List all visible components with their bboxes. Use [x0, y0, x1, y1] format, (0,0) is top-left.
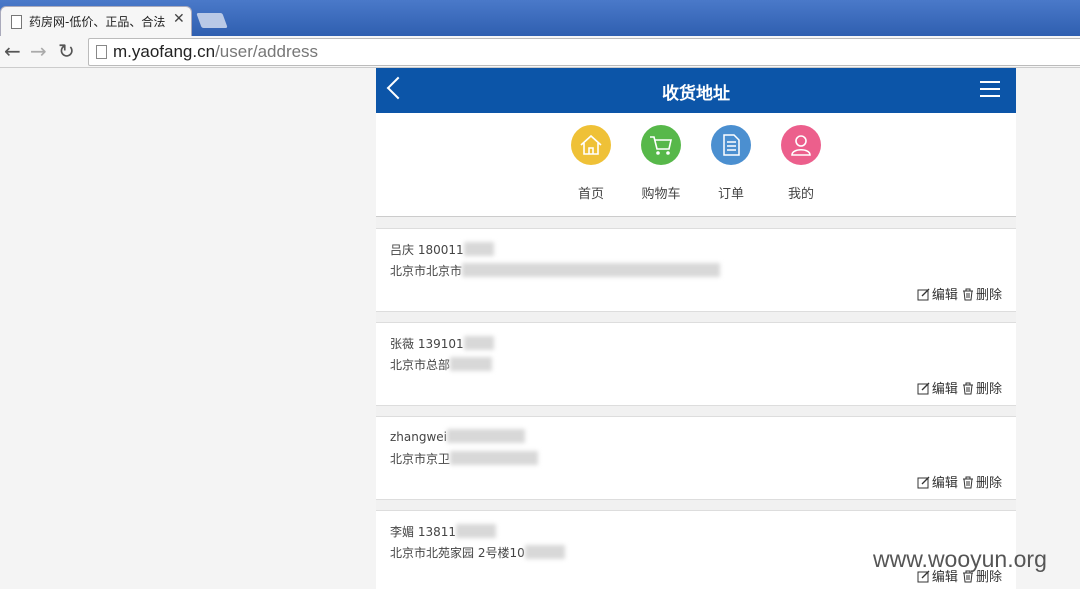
edit-icon	[917, 288, 930, 301]
trash-icon	[962, 476, 973, 489]
url-text: m.yaofang.cn/user/address	[113, 42, 318, 62]
order-icon	[711, 125, 751, 165]
address-name: 李媚 13811	[390, 523, 496, 540]
mobile-page: 收货地址 首页 购物车 订单 我的 吕庆 180011 北京市北京市 编辑 删除…	[376, 68, 1016, 589]
forward-arrow-icon[interactable]: →	[30, 39, 47, 63]
page-title: 收货地址	[662, 84, 730, 104]
browser-tab-strip: 药房网-低价、正品、合法 ✕	[0, 0, 1080, 36]
edit-button[interactable]: 编辑	[917, 378, 958, 397]
trash-icon	[962, 382, 973, 395]
url-path: /user/address	[215, 42, 319, 61]
edit-button[interactable]: 编辑	[917, 284, 958, 303]
address-actions: 编辑 删除	[917, 378, 1002, 397]
address-name: 张薇 139101	[390, 335, 494, 352]
edit-icon	[917, 382, 930, 395]
quick-nav: 首页 购物车 订单 我的	[376, 113, 1016, 217]
address-card[interactable]: 吕庆 180011 北京市北京市 编辑 删除	[376, 228, 1016, 312]
nav-me[interactable]: 我的	[771, 125, 831, 202]
address-bar[interactable]: m.yaofang.cn/user/address	[88, 38, 1080, 66]
address-actions: 编辑 删除	[917, 472, 1002, 491]
nav-home-label: 首页	[577, 187, 604, 202]
edit-icon	[917, 476, 930, 489]
page-icon	[11, 15, 22, 29]
page-icon	[96, 45, 107, 59]
browser-toolbar: ← → ↻ m.yaofang.cn/user/address	[0, 36, 1080, 68]
trash-icon	[962, 288, 973, 301]
tab-title: 药房网-低价、正品、合法	[29, 15, 166, 29]
nav-cart[interactable]: 购物车	[631, 125, 691, 202]
address-line: 北京市北京市	[390, 262, 721, 279]
watermark-text: www.wooyun.org	[873, 546, 1047, 572]
address-line: 北京市京卫	[390, 450, 539, 467]
back-arrow-icon[interactable]: ←	[4, 39, 21, 63]
browser-tab[interactable]: 药房网-低价、正品、合法 ✕	[0, 6, 192, 36]
hamburger-menu-icon[interactable]	[980, 81, 1000, 97]
address-line: 北京市北苑家园 2号楼10	[390, 544, 565, 561]
new-tab-button[interactable]	[196, 13, 228, 28]
page-header: 收货地址	[376, 68, 1016, 113]
edit-button[interactable]: 编辑	[917, 472, 958, 491]
address-line: 北京市总部	[390, 356, 493, 373]
user-icon	[781, 125, 821, 165]
delete-button[interactable]: 删除	[962, 378, 1002, 397]
nav-order-label: 订单	[717, 187, 744, 202]
nav-cart-label: 购物车	[641, 187, 681, 202]
nav-home[interactable]: 首页	[561, 125, 621, 202]
close-icon[interactable]: ✕	[173, 11, 185, 27]
home-icon	[571, 125, 611, 165]
delete-button[interactable]: 删除	[962, 472, 1002, 491]
delete-button[interactable]: 删除	[962, 284, 1002, 303]
reload-icon[interactable]: ↻	[58, 39, 75, 63]
address-actions: 编辑 删除	[917, 284, 1002, 303]
address-card[interactable]: zhangwei 北京市京卫 编辑 删除	[376, 416, 1016, 500]
nav-me-label: 我的	[787, 187, 814, 202]
nav-order[interactable]: 订单	[701, 125, 761, 202]
url-host: m.yaofang.cn	[113, 42, 216, 61]
address-name: zhangwei	[390, 429, 526, 444]
cart-icon	[641, 125, 681, 165]
address-card[interactable]: 张薇 139101 北京市总部 编辑 删除	[376, 322, 1016, 406]
address-name: 吕庆 180011	[390, 241, 494, 258]
